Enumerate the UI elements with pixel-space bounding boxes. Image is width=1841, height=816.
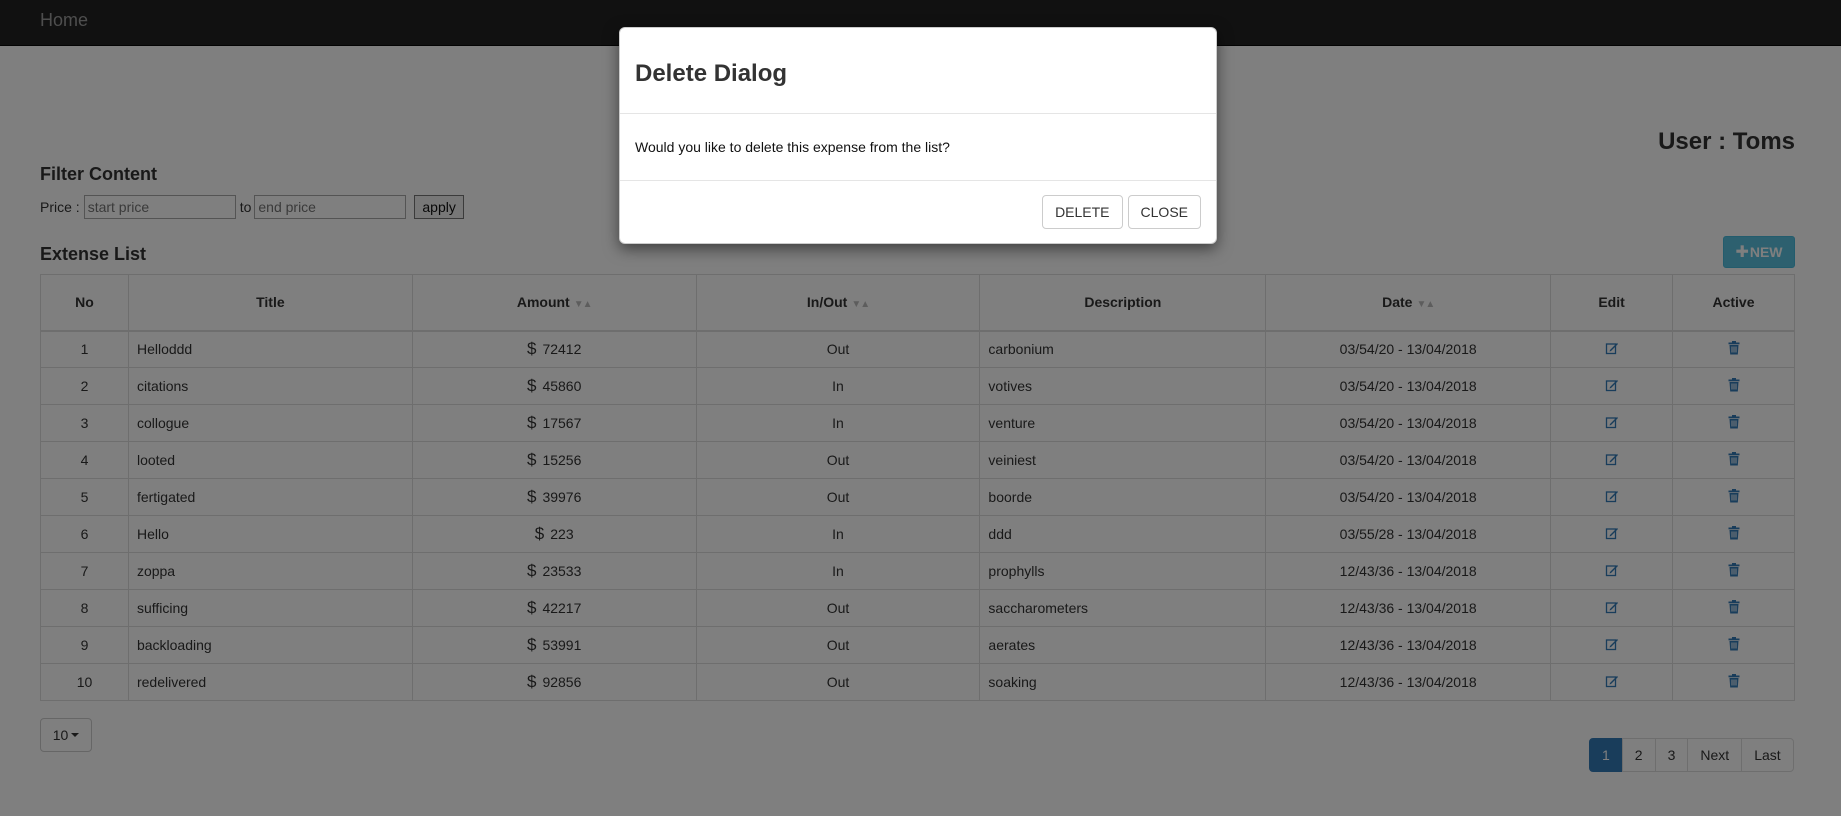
delete-dialog: Delete Dialog Would you like to delete t… [619, 27, 1217, 244]
dialog-message: Would you like to delete this expense fr… [635, 139, 950, 155]
delete-button[interactable]: DELETE [1042, 195, 1123, 229]
dialog-footer: DELETE CLOSE [620, 181, 1216, 243]
dialog-title: Delete Dialog [635, 60, 788, 87]
dialog-header: Delete Dialog [620, 28, 1216, 114]
dialog-body: Would you like to delete this expense fr… [620, 114, 1216, 181]
close-button[interactable]: CLOSE [1127, 195, 1201, 229]
